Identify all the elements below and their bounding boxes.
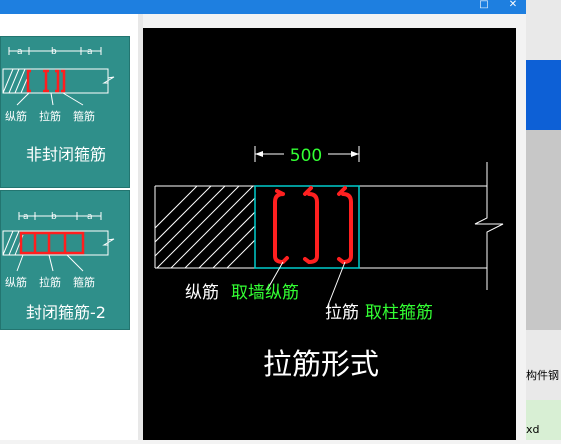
preview-caption: 拉筋形式: [263, 347, 379, 381]
option-card-closed-stirrup-2[interactable]: a b a 纵筋 拉筋 箍筋 封闭箍筋-2: [0, 190, 130, 330]
option-title: 封闭箍筋-2: [26, 303, 106, 322]
preview-tie-label: 拉筋: [325, 303, 359, 323]
right-panel-body: [526, 130, 561, 330]
label-tie: 拉筋: [39, 109, 61, 123]
preview-tie-source: 取柱箍筋: [365, 303, 433, 323]
right-side-panel: 构件钢 xd: [526, 0, 561, 440]
label-longitudinal: 纵筋: [5, 109, 27, 123]
label-stirrup: 箍筋: [73, 275, 95, 289]
dim-b: b: [51, 212, 57, 222]
label-stirrup: 箍筋: [73, 109, 95, 123]
preview-dimension-value: 500: [290, 146, 322, 166]
right-panel-bottom-text: xd: [526, 423, 540, 436]
dim-a-left: a: [17, 47, 23, 57]
window-titlebar: □ ✕: [0, 0, 526, 14]
closed-stirrup-diagram: a b a 纵筋 拉筋 箍筋: [2, 212, 115, 289]
preview-longitudinal-source: 取墙纵筋: [231, 283, 299, 303]
dim-a-right: a: [87, 212, 93, 222]
dim-a-left: a: [23, 212, 29, 222]
preview-longitudinal-label: 纵筋: [185, 283, 219, 303]
tie-preview-canvas: 500 纵筋 取墙纵筋 拉筋 取柱箍筋 拉筋形式: [143, 28, 516, 440]
option-title: 非封闭箍筋: [25, 145, 106, 164]
label-tie: 拉筋: [39, 275, 61, 289]
close-button[interactable]: ✕: [503, 0, 523, 12]
dim-b: b: [51, 47, 57, 57]
option-card-non-closed-stirrup[interactable]: a b a 纵筋 拉筋 箍筋 非封闭箍筋: [0, 36, 130, 188]
label-longitudinal: 纵筋: [5, 275, 27, 289]
non-closed-stirrup-diagram: a b a 纵筋 拉筋 箍筋: [2, 47, 115, 123]
tie-preview-drawing: 500 纵筋 取墙纵筋 拉筋 取柱箍筋 拉筋形式: [154, 144, 504, 381]
component-label[interactable]: 构件钢: [526, 367, 559, 383]
right-panel-highlight: [526, 60, 561, 130]
maximize-button[interactable]: □: [474, 0, 494, 12]
dim-a-right: a: [87, 47, 93, 57]
tie-style-options-panel: a b a 纵筋 拉筋 箍筋 非封闭箍筋 a b a 纵筋 拉筋 箍筋 封闭箍筋…: [0, 14, 139, 440]
